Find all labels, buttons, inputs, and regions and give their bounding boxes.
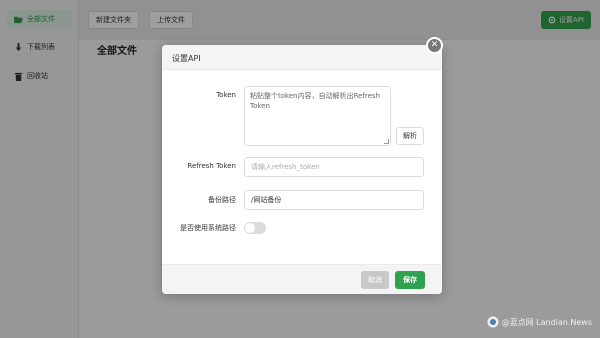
landian-logo-icon: [487, 316, 499, 328]
token-textarea[interactable]: 粘贴整个token内容，自动解析出Refresh Token: [244, 86, 391, 146]
watermark: @蓝点网 Landian.News: [487, 316, 592, 328]
toggle-knob: [245, 223, 255, 233]
backup-path-label: 备份路径: [208, 196, 236, 204]
dialog-title: 设置API: [172, 54, 201, 63]
refresh-token-label: Refresh Token: [187, 162, 236, 170]
watermark-text: @蓝点网 Landian.News: [501, 317, 592, 327]
cancel-button[interactable]: 取消: [361, 271, 389, 289]
dialog-header: 设置API: [162, 45, 442, 70]
token-label: Token: [216, 91, 236, 99]
save-button[interactable]: 保存: [395, 271, 425, 289]
use-system-path-toggle[interactable]: [244, 222, 266, 234]
close-dialog-button[interactable]: ✕: [426, 37, 443, 54]
refresh-token-input[interactable]: 请输入refresh_token: [244, 157, 424, 177]
token-placeholder: 粘贴整个token内容，自动解析出Refresh Token: [250, 92, 381, 110]
dialog-footer: 取消 保存: [162, 264, 442, 294]
settings-api-dialog: 设置API ✕ Token 粘贴整个token内容，自动解析出Refresh T…: [162, 37, 443, 294]
close-icon: ✕: [430, 40, 439, 50]
resize-handle-icon[interactable]: [384, 139, 389, 144]
use-system-path-label: 是否使用系统路径: [180, 224, 236, 232]
parse-button[interactable]: 解析: [396, 127, 424, 145]
backup-path-input[interactable]: /网站备份: [244, 190, 424, 210]
